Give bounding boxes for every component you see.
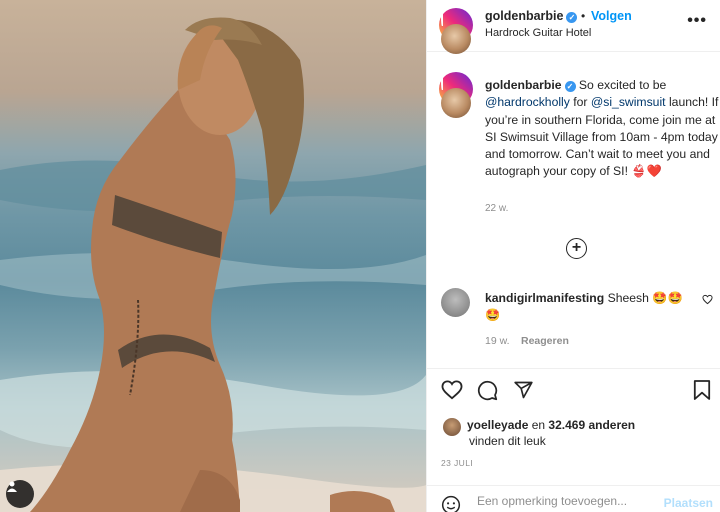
caption-part-2: for [573,95,588,110]
action-bar [427,368,720,408]
follow-button[interactable]: Volgen [591,9,632,23]
location-link[interactable]: Hardrock Guitar Hotel [485,27,591,39]
post-date[interactable]: 23 JULI [441,458,473,468]
caption-age: 22 w. [485,203,509,214]
share-icon[interactable] [513,380,534,403]
commenter-avatar[interactable] [441,288,470,317]
post-photo[interactable] [0,0,426,512]
liker-avatar[interactable] [443,418,461,436]
caption-username[interactable]: goldenbarbie [485,78,562,92]
mention-hardrockholly[interactable]: @hardrockholly [485,95,570,109]
user-tag-icon[interactable] [6,480,34,508]
photo-illustration [0,17,426,512]
verified-icon: ✓ [566,12,578,23]
plus-circle-icon[interactable]: + [566,238,587,259]
liker-username[interactable]: yoelleyade [467,418,528,432]
add-comment-bar: Plaatsen [427,485,720,512]
post-side-panel: goldenbarbie ✓ • Volgen Hardrock Guitar H… [426,0,720,512]
bookmark-icon[interactable] [693,380,711,403]
caption-part-1: So excited to be [578,78,667,92]
post-header: goldenbarbie ✓ • Volgen Hardrock Guitar H… [427,0,720,70]
heart-icon[interactable] [702,294,713,308]
comment-input[interactable] [477,494,657,508]
caption-emoji: 👙❤️ [631,164,662,179]
caption-text: goldenbarbie ✓ So excited to be @hardrock… [485,77,719,181]
comment-icon[interactable] [477,380,498,404]
comment-age: 19 w. [485,335,510,347]
post-comment-button[interactable]: Plaatsen [664,496,713,510]
likes-suffix: vinden dit leuk [469,434,546,448]
verified-icon: ✓ [564,81,576,92]
comment-body: Sheesh [607,291,649,305]
likes-count[interactable]: 32.469 anderen [548,418,635,432]
emoji-icon[interactable] [441,495,461,512]
reply-button[interactable]: Reageren [521,335,569,347]
mention-si-swimsuit[interactable]: @si_swimsuit [591,95,666,109]
heart-icon[interactable] [441,380,463,403]
separator-dot: • [581,9,586,23]
likes-and: en [531,418,546,432]
likes-line: yoelleyade en 32.469 anderen [467,418,635,432]
comment-text: kandigirlmanifesting Sheesh 🤩🤩🤩 [485,290,695,324]
more-icon[interactable]: ••• [687,12,707,30]
caption-avatar[interactable] [439,72,473,134]
author-avatar[interactable] [439,8,473,70]
author-username[interactable]: goldenbarbie ✓ [485,9,578,23]
author-username-text[interactable]: goldenbarbie [485,9,563,23]
commenter-username[interactable]: kandigirlmanifesting [485,291,604,305]
